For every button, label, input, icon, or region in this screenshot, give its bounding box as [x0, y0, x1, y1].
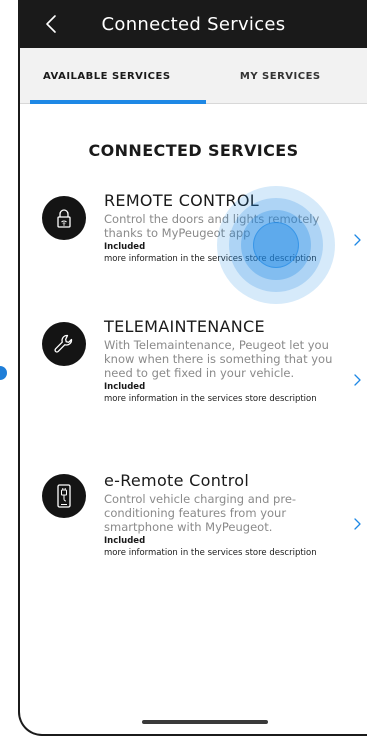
tab-available-services[interactable]: AVAILABLE SERVICES — [20, 48, 194, 104]
chevron-right-icon[interactable] — [353, 517, 363, 531]
service-more-info: more information in the services store d… — [104, 254, 317, 264]
chevron-right-icon[interactable] — [353, 373, 363, 387]
service-name: TELEMAINTENANCE — [104, 317, 265, 336]
service-description: Control vehicle charging and pre-conditi… — [104, 492, 297, 534]
service-description: Control the doors and lights remotely th… — [104, 212, 320, 240]
service-description: With Telemaintenance, Peugeot let you kn… — [104, 338, 333, 380]
service-more-info: more information in the services store d… — [104, 394, 317, 404]
left-edge — [0, 0, 18, 736]
section-title: CONNECTED SERVICES — [88, 141, 299, 160]
app-screen: Connected Services AVAILABLE SERVICES MY… — [18, 0, 367, 736]
header-bar: Connected Services — [20, 0, 367, 48]
tab-my-services[interactable]: MY SERVICES — [194, 48, 367, 104]
service-more-info: more information in the services store d… — [104, 548, 317, 558]
service-status: Included — [104, 536, 146, 546]
service-body: e-Remote Control Control vehicle chargin… — [104, 472, 338, 559]
tab-bar: AVAILABLE SERVICES MY SERVICES — [20, 48, 367, 104]
home-indicator[interactable] — [142, 720, 268, 724]
wrench-icon — [42, 322, 86, 366]
active-tab-indicator — [30, 100, 206, 104]
lock-wifi-icon — [42, 196, 86, 240]
service-status: Included — [104, 242, 146, 252]
chevron-right-icon[interactable] — [353, 233, 363, 247]
edge-indicator-dot — [0, 366, 7, 380]
service-name: REMOTE CONTROL — [104, 191, 259, 210]
service-body: TELEMAINTENANCE With Telemaintenance, Pe… — [104, 318, 338, 405]
service-body: REMOTE CONTROL Control the doors and lig… — [104, 192, 338, 265]
phone-charging-icon — [42, 474, 86, 518]
service-name: e-Remote Control — [104, 471, 250, 490]
page-header-title: Connected Services — [101, 14, 286, 35]
service-status: Included — [104, 382, 146, 392]
